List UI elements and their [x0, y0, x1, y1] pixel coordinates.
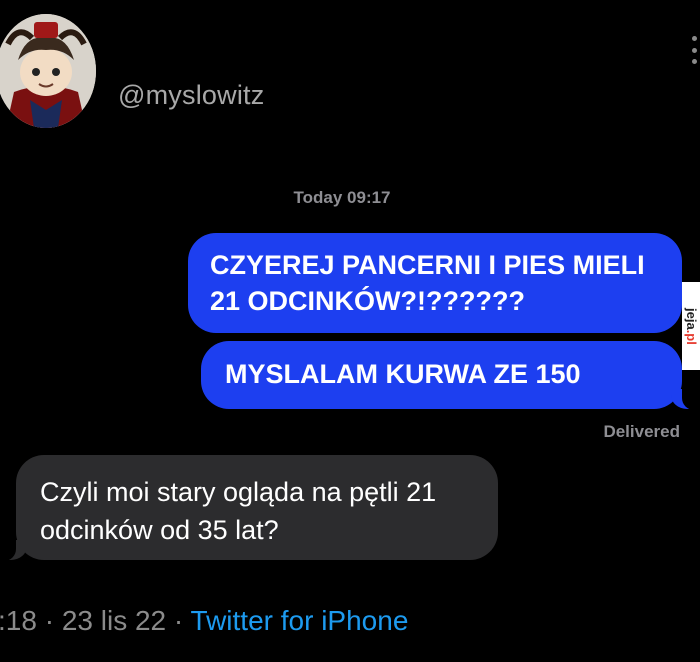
more-options-icon[interactable] — [692, 36, 698, 64]
watermark-accent: .pl — [684, 329, 699, 345]
watermark-main: jeja — [684, 307, 699, 330]
menu-dot — [692, 47, 697, 53]
sent-message-text: CZYEREJ PANCERNI I PIES MIELI 21 ODCINKÓ… — [210, 250, 645, 316]
cartoon-character-avatar-icon — [0, 14, 96, 128]
delivery-status: Delivered — [603, 422, 680, 441]
menu-dot — [692, 36, 697, 41]
sent-message-bubble[interactable]: CZYEREJ PANCERNI I PIES MIELI 21 ODCINKÓ… — [188, 233, 682, 333]
sent-message-text: MYSLALAM KURWA ZE 150 — [225, 359, 581, 389]
received-message-bubble[interactable]: Czyli moi stary ogląda na pętli 21 odcin… — [0, 455, 498, 561]
tweet-metadata: :18 · 23 lis 22 · Twitter for iPhone — [0, 605, 408, 637]
tweet-time: :18 — [0, 605, 37, 636]
timestamp-time: 09:17 — [347, 188, 391, 207]
profile-handle[interactable]: @myslowitz — [118, 80, 264, 111]
conversation-timestamp: Today 09:17 — [0, 188, 700, 208]
sent-message-bubble[interactable]: MYSLALAM KURWA ZE 150 — [201, 341, 700, 410]
meta-separator: · — [166, 605, 191, 636]
profile-avatar[interactable] — [0, 14, 96, 128]
tweet-source-link[interactable]: Twitter for iPhone — [191, 605, 409, 636]
meta-separator: · — [36, 605, 62, 636]
menu-dot — [692, 59, 697, 64]
timestamp-day: Today — [293, 188, 343, 207]
site-watermark: jeja.pl — [682, 282, 700, 370]
received-message-text: Czyli moi stary ogląda na pętli 21 odcin… — [40, 477, 437, 545]
tweet-date[interactable]: 23 lis 22 — [62, 605, 166, 636]
